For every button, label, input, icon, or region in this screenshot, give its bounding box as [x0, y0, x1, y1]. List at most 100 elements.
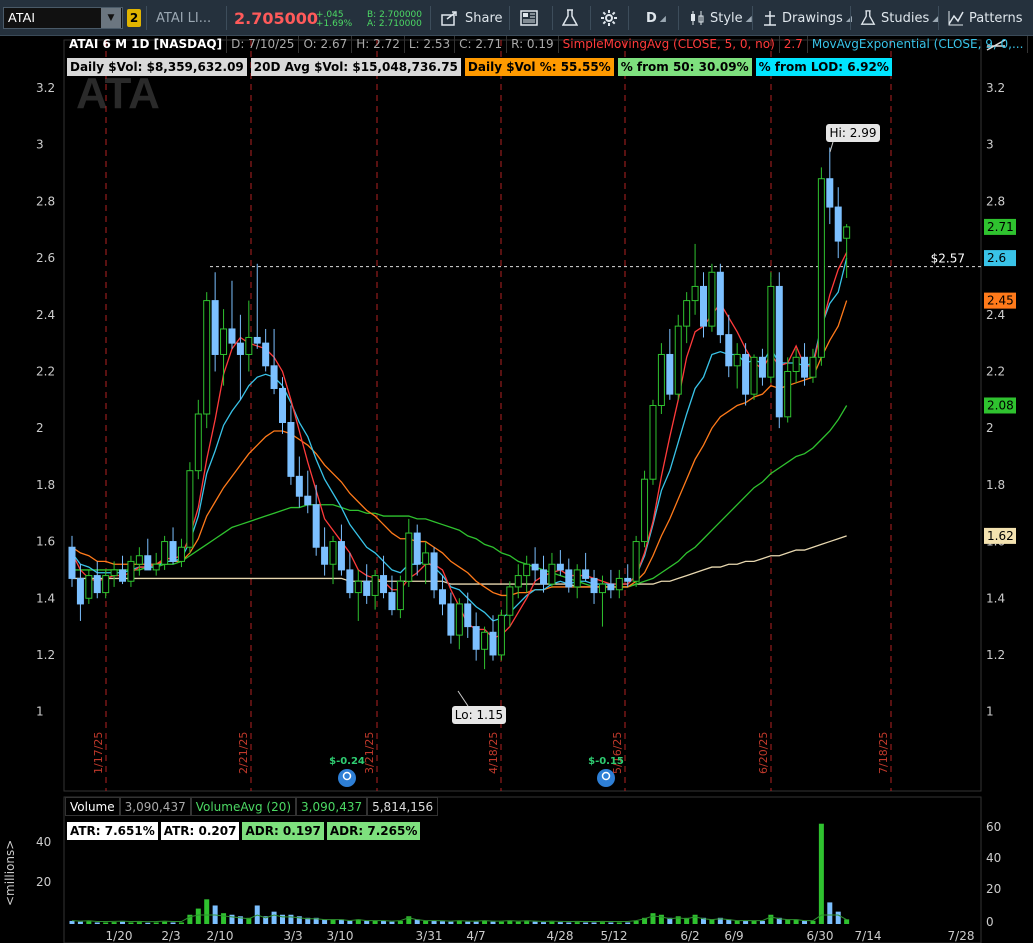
candle-body[interactable] [708, 271, 716, 327]
candle-body[interactable] [304, 495, 312, 506]
candle-body[interactable] [253, 336, 261, 344]
candle-body[interactable] [169, 541, 177, 562]
candle-body[interactable] [211, 300, 219, 355]
earnings-icon[interactable] [338, 769, 356, 787]
candle-body[interactable] [68, 546, 76, 579]
candle-body[interactable] [514, 575, 522, 588]
share-button[interactable]: Share [441, 0, 503, 36]
candle-body[interactable] [716, 271, 724, 336]
candle-body[interactable] [110, 569, 118, 577]
candle-body[interactable] [598, 583, 606, 594]
candle-body[interactable] [438, 589, 446, 605]
candle-body[interactable] [472, 626, 480, 650]
settings-button[interactable] [600, 0, 618, 36]
candle-body[interactable] [792, 356, 800, 372]
candle-body[interactable] [380, 575, 388, 594]
candle-body[interactable] [177, 546, 185, 562]
candle-body[interactable] [127, 560, 135, 582]
candle-body[interactable] [548, 563, 556, 585]
experiment-button[interactable] [562, 0, 578, 36]
candle-body[interactable] [279, 387, 286, 424]
candle-body[interactable] [152, 563, 160, 571]
candle-body[interactable] [700, 285, 707, 327]
candle-body[interactable] [817, 178, 825, 358]
candle-body[interactable] [531, 563, 539, 571]
candle-body[interactable] [455, 603, 463, 636]
candle-body[interactable] [135, 555, 143, 565]
candle-body[interactable] [321, 546, 329, 565]
candle-body[interactable] [220, 328, 228, 355]
candle-body[interactable] [775, 285, 783, 418]
candle-body[interactable] [733, 353, 741, 367]
candle-body[interactable] [758, 356, 766, 378]
candle-body[interactable] [287, 422, 295, 477]
candle-body[interactable] [236, 342, 244, 355]
candle-body[interactable] [354, 580, 362, 594]
candle-body[interactable] [489, 631, 497, 656]
candle-body[interactable] [93, 575, 101, 594]
candle-body[interactable] [834, 206, 842, 242]
candle-body[interactable] [607, 583, 615, 591]
earnings-icon[interactable] [597, 769, 615, 787]
candle-body[interactable] [371, 575, 379, 596]
candle-body[interactable] [556, 563, 564, 571]
patterns-button[interactable]: Patterns [948, 0, 1023, 36]
candle-body[interactable] [506, 586, 514, 616]
candle-body[interactable] [337, 541, 345, 571]
candle-body[interactable] [102, 575, 110, 594]
candle-body[interactable] [666, 353, 674, 395]
candle-body[interactable] [573, 569, 581, 588]
candle-body[interactable] [388, 592, 396, 611]
candle-body[interactable] [497, 614, 505, 656]
timeframe-button[interactable]: D ◢ [646, 0, 666, 36]
candle-body[interactable] [565, 569, 573, 588]
candle-body[interactable] [632, 541, 640, 582]
ema-study-label[interactable]: MovAvgExponential (CLOSE, 9, 0,... [808, 36, 1029, 53]
candle-body[interactable] [590, 577, 598, 594]
candle-body[interactable] [843, 226, 851, 239]
sma-study-label[interactable]: SimpleMovingAvg (CLOSE, 5, 0, no) [559, 36, 780, 53]
candle-body[interactable] [245, 336, 253, 355]
candle-body[interactable] [725, 334, 733, 367]
symbol-dropdown-button[interactable]: ▼ [101, 8, 121, 28]
candle-body[interactable] [481, 631, 489, 650]
candle-body[interactable] [540, 569, 548, 585]
candle-body[interactable] [641, 478, 649, 543]
candle-body[interactable] [422, 552, 430, 565]
candle-body[interactable] [742, 353, 750, 395]
candle-body[interactable] [624, 577, 632, 582]
candle-body[interactable] [161, 541, 169, 565]
candle-body[interactable] [405, 532, 413, 582]
candle-body[interactable] [801, 356, 809, 378]
candle-body[interactable] [329, 541, 337, 565]
candle-body[interactable] [809, 356, 817, 378]
candle-body[interactable] [657, 353, 665, 406]
candle-body[interactable] [649, 404, 657, 480]
candle-body[interactable] [262, 342, 270, 367]
style-button[interactable]: Style ◢ [689, 0, 752, 36]
candle-body[interactable] [582, 569, 590, 579]
candle-body[interactable] [194, 413, 202, 472]
drawings-button[interactable]: Drawings ◢ [763, 0, 852, 36]
studies-button[interactable]: Studies ◢ [860, 0, 938, 36]
candle-body[interactable] [784, 370, 792, 418]
candle-body[interactable] [767, 285, 775, 378]
candle-body[interactable] [85, 575, 93, 599]
candle-body[interactable] [750, 356, 758, 395]
candle-body[interactable] [447, 603, 455, 636]
candle-body[interactable] [76, 577, 84, 605]
candle-body[interactable] [430, 552, 438, 591]
candle-body[interactable] [674, 325, 682, 395]
company-name[interactable]: ATAI LI... [156, 0, 211, 36]
candle-body[interactable] [186, 470, 194, 548]
candle-body[interactable] [615, 577, 623, 591]
candle-body[interactable] [683, 300, 691, 327]
candle-body[interactable] [363, 580, 371, 596]
candle-body[interactable] [396, 580, 404, 611]
candle-body[interactable] [413, 532, 421, 565]
link-group-badge[interactable]: 2 [127, 9, 141, 27]
candle-body[interactable] [346, 569, 354, 594]
candle-body[interactable] [523, 563, 531, 577]
candle-body[interactable] [203, 300, 211, 415]
candle-body[interactable] [144, 555, 152, 571]
